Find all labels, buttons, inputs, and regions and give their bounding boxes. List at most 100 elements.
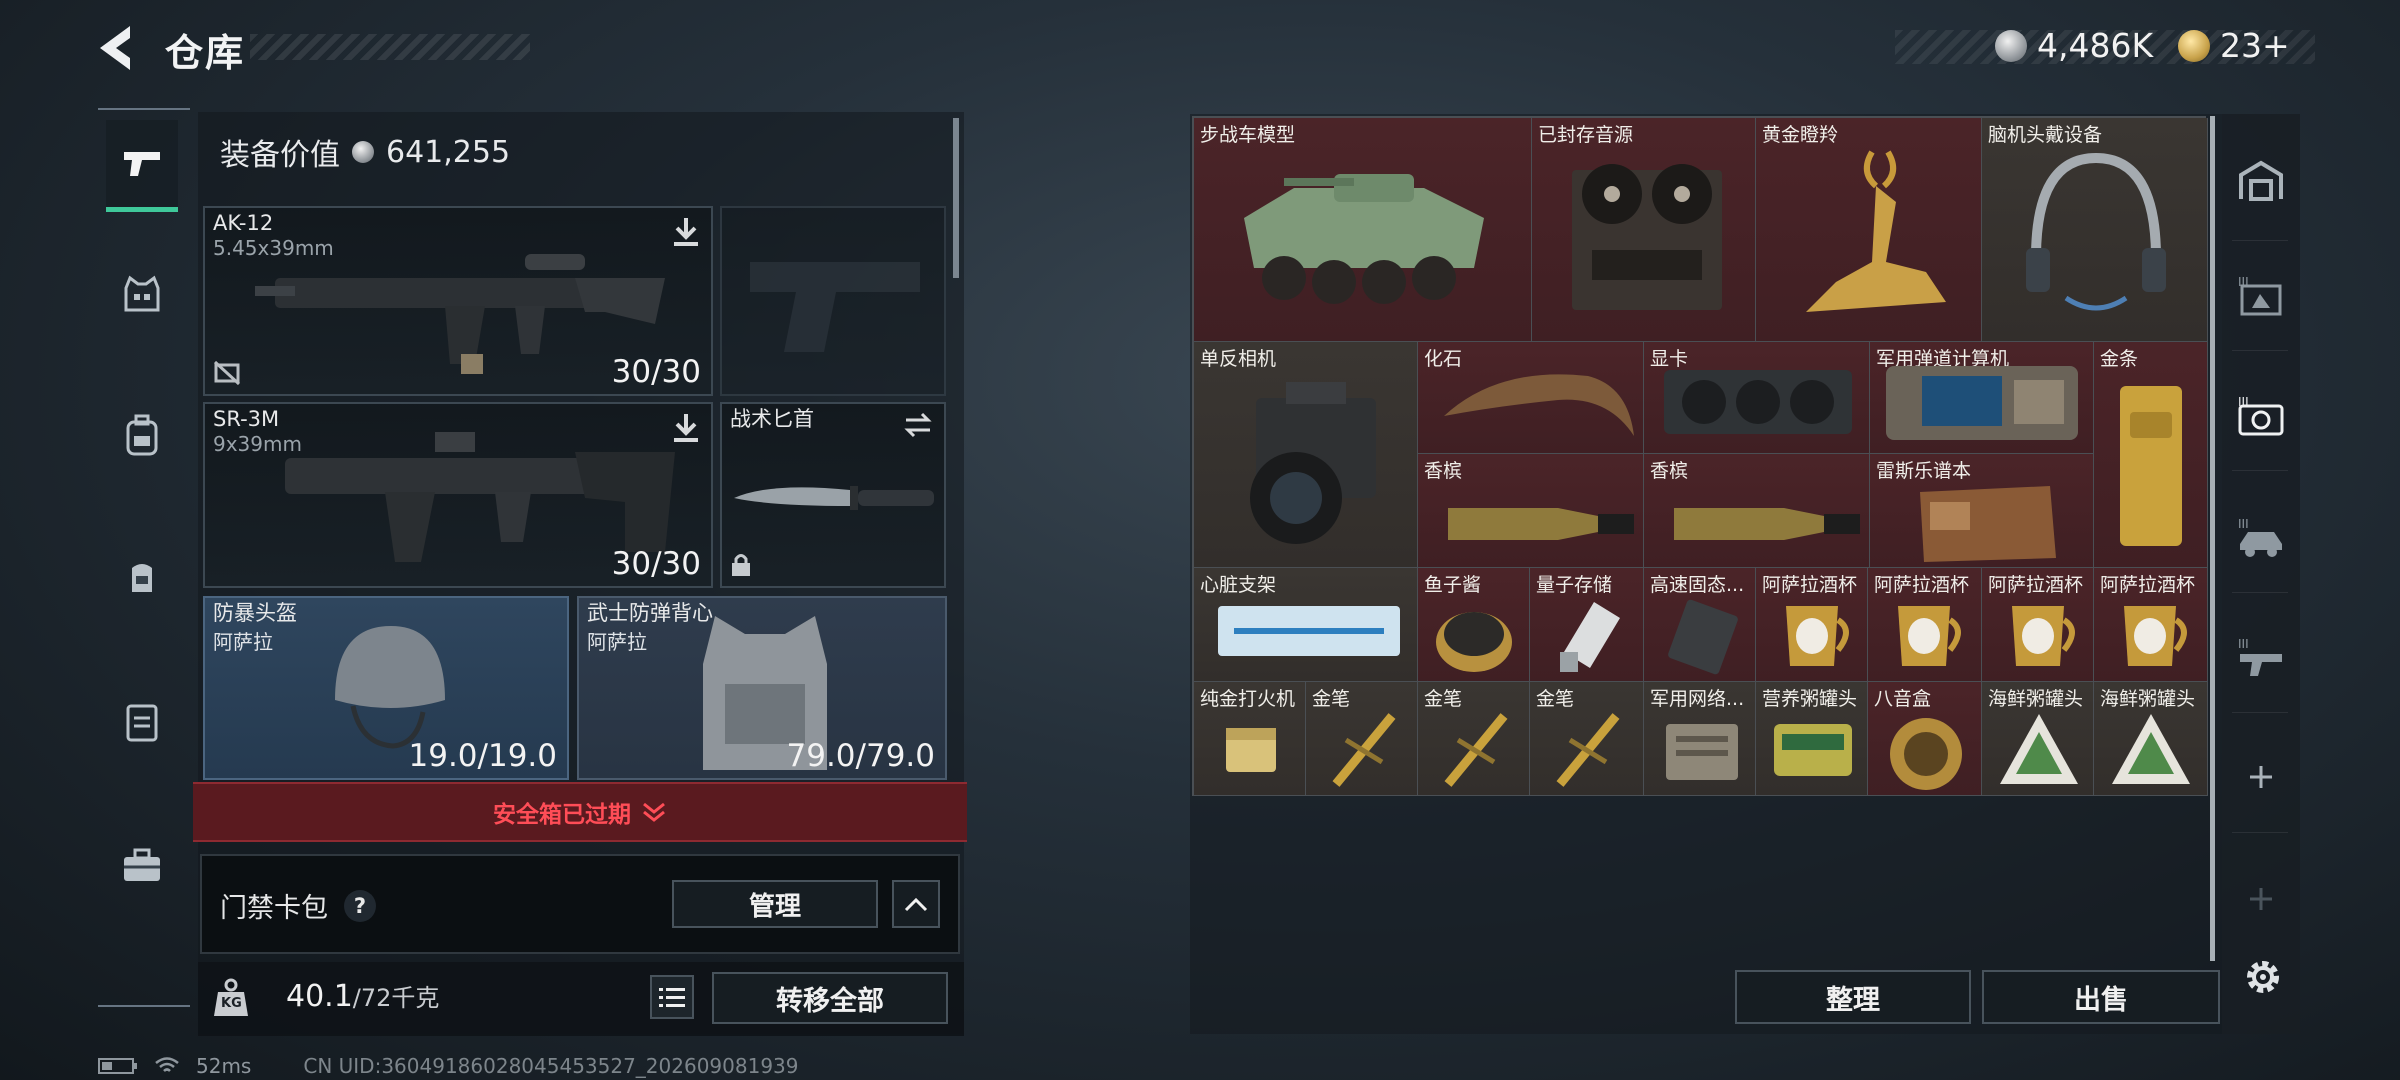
item-label: 步战车模型 [1200,124,1296,146]
stash-item-gold-pen[interactable]: 金笔 [1418,682,1530,796]
safe-box-expired-banner[interactable]: 安全箱已过期 [193,782,967,842]
stash-item-sealed-audio[interactable]: 已封存音源 [1532,118,1756,342]
stash-item-gold-pen[interactable]: 金笔 [1306,682,1418,796]
list-view-button[interactable] [650,975,694,1019]
headset-icon [2026,152,2166,311]
transfer-all-button[interactable]: 转移全部 [712,972,948,1024]
ballistic-computer-icon [1886,366,2078,440]
silver-amount: 4,486K [2037,26,2154,65]
rail-tab-backpack[interactable] [106,390,178,482]
stash-item-ahsarah-cup[interactable]: 阿萨拉酒杯 [2094,568,2208,682]
collapse-button[interactable] [892,880,940,928]
stash-tab-4[interactable]: III [2230,626,2292,688]
silver-coin-icon [352,141,374,163]
rail-tab-weapons[interactable] [106,120,178,212]
stash-item-gold-bar[interactable]: 金条 [2094,342,2208,568]
rail-divider [98,1005,190,1007]
silver-currency[interactable]: 4,486K [1995,26,2153,65]
gold-pen-icon [1556,713,1620,787]
stash-tab-3[interactable]: III [2230,506,2292,568]
download-icon[interactable] [671,216,701,248]
carry-weight-limit: /72千克 [352,984,440,1012]
stash-item-fossil[interactable]: 化石 [1418,342,1644,454]
keycard-pack: 门禁卡包 ? [220,886,376,925]
item-label: 脑机头戴设备 [1988,124,2103,146]
gold-bar-icon [2120,386,2182,546]
pistol-icon [124,151,160,176]
double-chevron-down-icon [643,802,665,822]
stash-item-quantum-storage[interactable]: 量子存储 [1530,568,1644,682]
rail-tab-chest-rig[interactable] [106,532,178,624]
stash-item-ahsarah-cup[interactable]: 阿萨拉酒杯 [1868,568,1982,682]
item-label: 军用网络... [1650,688,1745,710]
gold-pen-icon [1444,713,1508,787]
stash-tab-2[interactable]: III [2230,384,2292,446]
stash-item-military-network[interactable]: 军用网络... [1644,682,1756,796]
stash-item-ahsarah-cup[interactable]: 阿萨拉酒杯 [1756,568,1868,682]
settings-button[interactable] [2236,950,2290,1004]
stash-item-graphics-card[interactable]: 显卡 [1644,342,1870,454]
rail-tab-toolbox[interactable] [106,820,178,912]
helmet-name: 防暴头盔 [213,601,297,625]
stash-item-ifv-model[interactable]: 步战车模型 [1194,118,1532,342]
leather-book-icon [1920,486,2056,562]
item-label: 量子存储 [1536,574,1613,596]
knife-icon [734,486,934,510]
sort-button[interactable]: 整理 [1735,970,1971,1024]
stash-tab-1-icon: III [2238,275,2282,316]
add-stash-tab-button[interactable] [2230,746,2292,808]
manage-button[interactable]: 管理 [672,880,878,928]
gold-currency[interactable]: 23+ [2178,26,2290,65]
stent-package-icon [1218,606,1400,656]
primary-weapon-slot[interactable]: AK-12 5.45x39mm 30/30 [203,206,713,396]
stash-item-champagne[interactable]: 香槟 [1418,454,1644,568]
stash-item-nutrition-can[interactable]: 营养粥罐头 [1756,682,1868,796]
item-label: 单反相机 [1200,348,1277,370]
stash-item-seafood-can[interactable]: 海鲜粥罐头 [1982,682,2094,796]
stash-item-music-box[interactable]: 八音盒 [1868,682,1982,796]
item-label: 高速固态... [1650,574,1745,596]
stash-item-music-book[interactable]: 雷斯乐谱本 [1870,454,2094,568]
safe-box-label: 安全箱已过期 [493,802,631,828]
backpack-icon [126,414,158,456]
melee-slot[interactable]: 战术匕首 [720,402,946,588]
secondary-weapon-slot[interactable]: SR-3M 9x39mm 30/30 [203,402,713,588]
ping-value: 52ms [196,1054,252,1078]
stash-item-dslr-camera[interactable]: 单反相机 [1194,342,1418,568]
triangle-can-icon [2000,714,2078,784]
stash-item-neural-headset[interactable]: 脑机头戴设备 [1982,118,2208,342]
champagne-bottle-icon [1674,508,1860,540]
sell-button[interactable]: 出售 [1982,970,2220,1024]
stash-tab-all[interactable] [2230,150,2292,212]
stash-tab-1[interactable]: III [2230,264,2292,326]
item-label: 心脏支架 [1200,574,1277,596]
equipment-scrollbar[interactable] [953,118,959,278]
stash-item-golden-gazelle[interactable]: 黄金瞪羚 [1756,118,1982,342]
vest-slot[interactable]: 武士防弹背心 阿萨拉 79.0/79.0 [577,596,947,780]
pistol-placeholder-icon [750,262,920,352]
golden-cup-icon [1898,606,1961,666]
stash-item-ssd[interactable]: 高速固态... [1644,568,1756,682]
stash-item-ahsarah-cup[interactable]: 阿萨拉酒杯 [1982,568,2094,682]
swap-icon[interactable] [902,412,934,438]
stash-item-champagne[interactable]: 香槟 [1644,454,1870,568]
no-insure-icon [213,360,241,386]
help-icon[interactable]: ? [344,889,376,922]
rail-tab-armor[interactable] [106,248,178,340]
rail-tab-pouch[interactable] [106,676,178,768]
stash-scrollbar[interactable] [2210,116,2215,961]
pouch-icon [126,704,158,742]
gold-coin-icon [2178,29,2210,62]
helmet-slot[interactable]: 防暴头盔 阿萨拉 19.0/19.0 [203,596,569,780]
stash-item-gold-lighter[interactable]: 纯金打火机 [1194,682,1306,796]
back-button[interactable] [96,22,140,74]
triangle-can-icon [2112,714,2190,784]
stash-item-heart-stent[interactable]: 心脏支架 [1194,568,1418,682]
usb-drive-icon [1560,602,1620,672]
battery-icon [98,1058,137,1074]
pistol-slot[interactable] [720,206,946,396]
stash-item-caviar[interactable]: 鱼子酱 [1418,568,1530,682]
stash-item-seafood-can[interactable]: 海鲜粥罐头 [2094,682,2208,796]
stash-item-ballistic-computer[interactable]: 军用弹道计算机 [1870,342,2094,454]
stash-item-gold-pen[interactable]: 金笔 [1530,682,1644,796]
